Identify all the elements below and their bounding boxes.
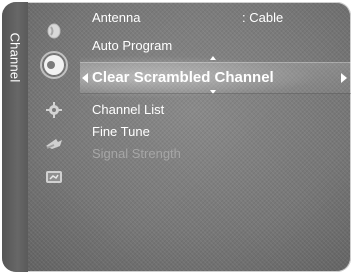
auto-program-label: Auto Program — [92, 38, 173, 53]
fine-tune-label: Fine Tune — [92, 124, 150, 139]
picture-icon[interactable] — [30, 18, 78, 44]
input-icon[interactable] — [30, 131, 78, 157]
selected-menu-item-bar[interactable]: Clear Scrambled Channel — [80, 62, 351, 94]
signal-strength-label: Signal Strength — [92, 146, 181, 161]
left-arrow-icon — [82, 73, 88, 83]
channel-tab[interactable]: Channel — [2, 2, 28, 112]
category-tab-strip: Channel — [2, 2, 28, 272]
clear-scrambled-channel-label: Clear Scrambled Channel — [92, 69, 274, 86]
antenna-label: Antenna — [92, 10, 141, 25]
scroll-up-indicator — [210, 56, 216, 60]
menu-item-antenna[interactable]: Antenna : Cable — [92, 8, 283, 28]
antenna-value: : Cable — [242, 10, 284, 25]
channel-list-label: Channel List — [92, 102, 165, 117]
menu-item-fine-tune[interactable]: Fine Tune — [92, 122, 150, 142]
right-arrow-icon — [341, 73, 347, 83]
category-icon-column — [30, 2, 78, 272]
channel-menu-list: Antenna : Cable Auto Program Channel Lis… — [92, 2, 351, 272]
menu-item-signal-strength: Signal Strength — [92, 144, 181, 164]
menu-item-channel-list[interactable]: Channel List — [92, 100, 164, 120]
channel-tab-label: Channel — [7, 32, 23, 82]
tv-osd-frame: Channel Antenna: Cable Auto Program Cha… — [0, 0, 353, 274]
setup-gear-icon[interactable] — [30, 97, 78, 123]
channel-icon[interactable] — [30, 51, 78, 79]
application-icon[interactable] — [30, 164, 78, 190]
menu-item-auto-program[interactable]: Auto Program — [92, 36, 172, 56]
channel-menu-panel: Channel Antenna: Cable Auto Program Cha… — [2, 2, 351, 272]
